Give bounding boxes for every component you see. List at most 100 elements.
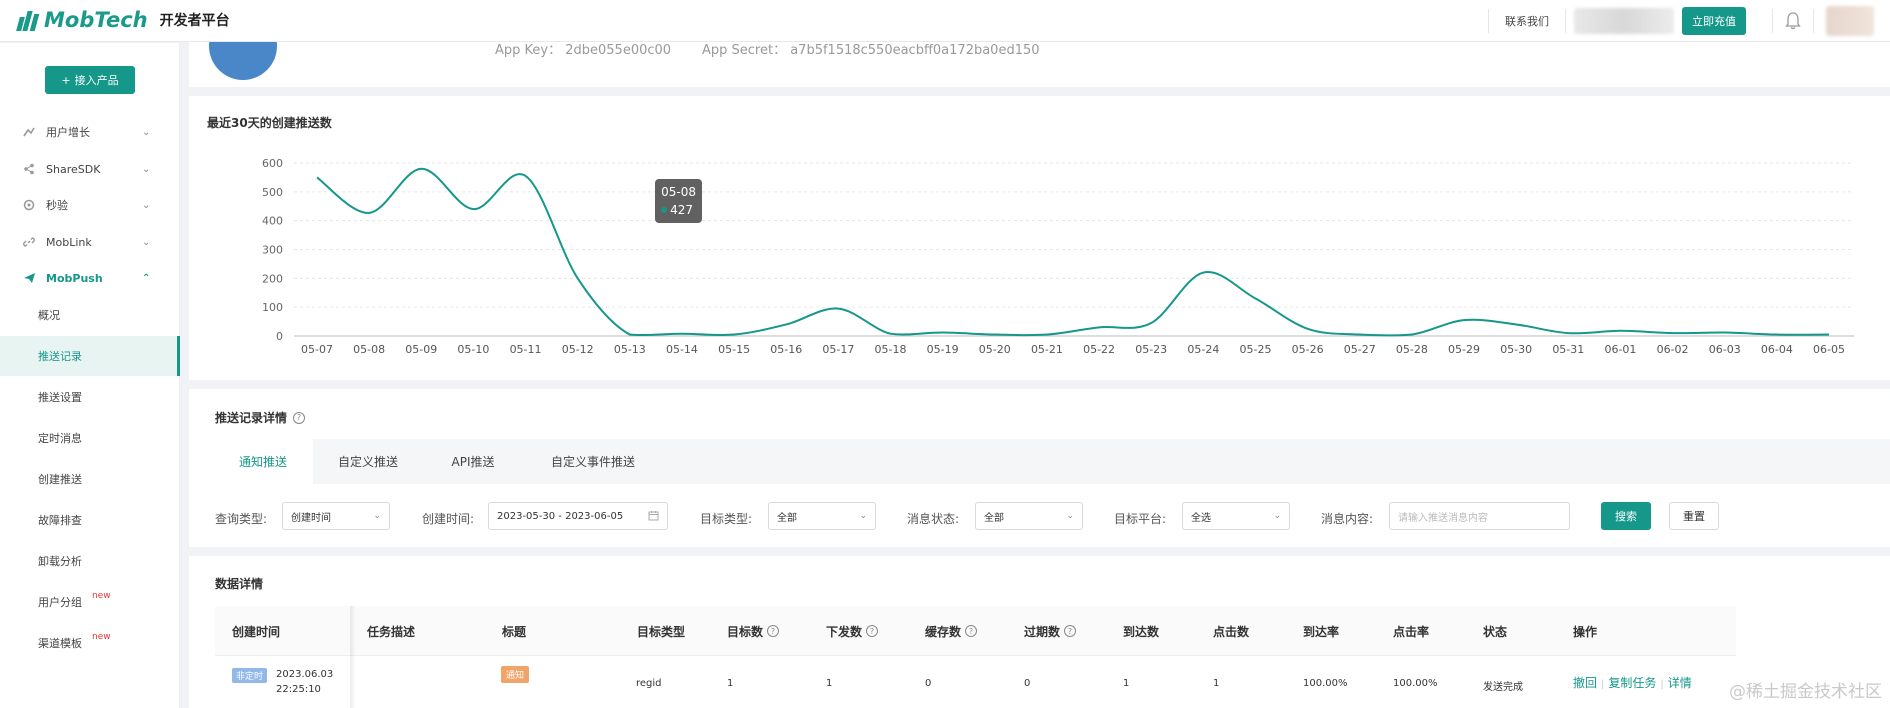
header-label: 过期数 <box>1024 624 1061 639</box>
reset-button[interactable]: 重置 <box>1669 502 1719 530</box>
target-type-label: 目标类型: <box>700 512 753 526</box>
tab-label: 通知推送 <box>238 455 287 469</box>
recharge-button[interactable]: 立即充值 <box>1682 7 1746 35</box>
chevron-down-icon: ⌄ <box>142 163 151 175</box>
message-content-input[interactable]: 请输入推送消息内容 <box>1389 502 1570 530</box>
sidebar-item-user-growth[interactable]: 用户增长 ⌄ <box>0 114 180 150</box>
y-tick-label: 600 <box>262 157 283 170</box>
message-status-select[interactable]: 全部 ⌄ <box>975 502 1083 530</box>
col-arrive-rate: 到达率 <box>1303 606 1339 656</box>
sidebar-item-label: 秒验 <box>46 199 68 212</box>
col-title: 标题 <box>502 606 526 656</box>
sidebar-subitem-label: 概况 <box>38 309 60 322</box>
help-icon[interactable]: ? <box>293 411 306 424</box>
tab-api[interactable]: API推送 <box>423 439 523 484</box>
line-chart[interactable]: 0 100 200 300 400 500 600 05-07 05-08 05-09 05-10 0… <box>189 96 1890 380</box>
link-icon <box>22 236 36 248</box>
bell-icon[interactable] <box>1773 12 1813 30</box>
help-icon[interactable]: ? <box>767 625 780 637</box>
app-key: App Key： 2dbe055e00c00 <box>495 43 672 58</box>
x-tick-label: 05-11 <box>510 343 542 356</box>
x-tick-label: 05-31 <box>1552 343 1584 356</box>
x-tick-label: 05-07 <box>301 343 333 356</box>
tab-custom[interactable]: 自定义推送 <box>313 439 423 484</box>
sidebar-subitem-push-records[interactable]: 推送记录 <box>0 336 180 376</box>
x-tick-label: 05-08 <box>353 343 385 356</box>
logo[interactable]: MobTech 开发者平台 <box>16 8 230 32</box>
x-tick-label: 05-27 <box>1344 343 1376 356</box>
target-platform-select[interactable]: 全选 ⌄ <box>1182 502 1290 530</box>
header-label: 点击率 <box>1393 624 1430 639</box>
add-product-label: 接入产品 <box>74 74 119 87</box>
sidebar-item-sharesdk[interactable]: ShareSDK ⌄ <box>0 151 180 187</box>
blurred-account-name[interactable] <box>1574 8 1674 34</box>
calendar-icon <box>648 510 659 524</box>
tooltip-label: 05-08 <box>661 184 696 199</box>
sidebar-item-mobpush[interactable]: MobPush ⌃ <box>0 260 180 296</box>
sidebar-subitem-uninstall[interactable]: 卸载分析 <box>0 541 180 581</box>
query-type-select[interactable]: 创建时间 ⌄ <box>282 502 390 530</box>
top-bar: MobTech 开发者平台 联系我们 立即充值 <box>0 0 1890 42</box>
x-tick-label: 05-28 <box>1396 343 1428 356</box>
col-task-desc: 任务描述 <box>367 606 415 656</box>
x-tick-label: 05-19 <box>927 343 959 356</box>
chevron-down-icon: ⌄ <box>142 236 151 248</box>
select-value: 全选 <box>1191 512 1211 524</box>
sidebar-subitem-user-groups[interactable]: 用户分组 new <box>0 582 180 622</box>
details-link[interactable]: 详情 <box>1668 676 1692 690</box>
tab-custom-event[interactable]: 自定义事件推送 <box>523 439 663 484</box>
help-icon[interactable]: ? <box>866 625 879 637</box>
sidebar-subitem-troubleshoot[interactable]: 故障排查 <box>0 500 180 540</box>
header-label: 状态 <box>1483 624 1508 639</box>
help-icon[interactable]: ? <box>1064 625 1077 637</box>
select-value: 2023-05-30 - 2023-06-05 <box>497 510 624 522</box>
chevron-down-icon: ⌄ <box>373 511 381 521</box>
add-product-button[interactable]: + 接入产品 <box>45 66 135 94</box>
date-range-picker[interactable]: 2023-05-30 - 2023-06-05 <box>488 502 668 530</box>
logo-text: MobTech <box>44 8 148 32</box>
sidebar-subitem-channel-templates[interactable]: 渠道模板 new <box>0 623 180 663</box>
chart-card: 最近30天的创建推送数 0 100 200 300 400 500 600 05-07 05-0… <box>189 96 1890 380</box>
header-label: 操作 <box>1573 624 1598 639</box>
app-info-card: App Key： 2dbe055e00c00 App Secret： a7b5f… <box>189 42 1890 87</box>
x-tick-label: 05-17 <box>822 343 854 356</box>
help-icon[interactable]: ? <box>965 625 978 637</box>
tab-notification[interactable]: 通知推送 <box>213 439 313 484</box>
share-icon <box>22 163 36 175</box>
header-label: 任务描述 <box>367 624 416 639</box>
col-arrived-count: 到达数 <box>1123 606 1159 656</box>
watermark: @稀土掘金技术社区 <box>1729 682 1882 702</box>
col-status: 状态 <box>1483 606 1507 656</box>
sidebar-item-verify[interactable]: 秒验 ⌄ <box>0 187 180 223</box>
sidebar-subitem-create-push[interactable]: 创建推送 <box>0 459 180 499</box>
x-tick-label: 05-26 <box>1292 343 1324 356</box>
contact-us-link[interactable]: 联系我们 <box>1489 13 1565 29</box>
cell-clicked: 1 <box>1213 678 1220 689</box>
chevron-down-icon: ⌄ <box>1066 511 1074 521</box>
col-target-count: 目标数? <box>727 606 780 656</box>
sidebar-subitem-overview[interactable]: 概况 <box>0 295 180 335</box>
header-label: 下发数 <box>826 624 863 639</box>
table-header: 创建时间 任务描述 标题 目标类型 目标数? 下发数? 缓存数? 过期数? 到达… <box>215 606 1736 656</box>
cell-click-rate: 100.00% <box>1393 678 1438 689</box>
search-button[interactable]: 搜索 <box>1601 502 1651 530</box>
x-tick-label: 05-16 <box>770 343 802 356</box>
x-tick-label: 06-03 <box>1709 343 1741 356</box>
sidebar-subitem-push-settings[interactable]: 推送设置 <box>0 377 180 417</box>
chevron-down-icon: ⌄ <box>142 126 151 138</box>
sidebar-subitem-scheduled[interactable]: 定时消息 <box>0 418 180 458</box>
x-tick-label: 05-25 <box>1239 343 1271 356</box>
select-value: 全部 <box>984 512 1004 524</box>
top-right-tools: 联系我们 立即充值 <box>1488 0 1890 42</box>
withdraw-link[interactable]: 撤回 <box>1573 676 1597 690</box>
cell-arrived: 1 <box>1123 678 1130 689</box>
copy-task-link[interactable]: 复制任务 <box>1608 676 1656 690</box>
cell-target: 1 <box>727 678 734 689</box>
sidebar-item-moblink[interactable]: MobLink ⌄ <box>0 224 180 260</box>
avatar[interactable] <box>1826 6 1874 36</box>
app-avatar <box>209 42 277 80</box>
x-tick-label: 05-15 <box>718 343 750 356</box>
header-label: 缓存数 <box>925 624 962 639</box>
target-type-select[interactable]: 全部 ⌄ <box>768 502 876 530</box>
col-click-rate: 点击率 <box>1393 606 1429 656</box>
